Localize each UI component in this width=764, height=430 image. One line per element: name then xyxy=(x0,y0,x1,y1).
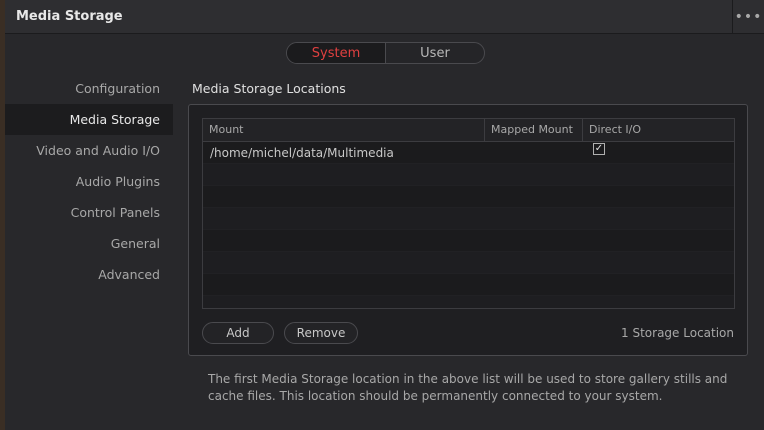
table-header: Mount Mapped Mount Direct I/O xyxy=(203,119,734,142)
add-button[interactable]: Add xyxy=(202,322,274,344)
sidebar-item-configuration[interactable]: Configuration xyxy=(5,73,173,104)
storage-location-count: 1 Storage Location xyxy=(621,326,734,340)
table-row-empty xyxy=(203,230,734,252)
ellipsis-icon: ••• xyxy=(734,9,763,25)
table-row-empty xyxy=(203,208,734,230)
media-storage-window: Media Storage ••• System User Configurat… xyxy=(5,0,764,430)
storage-locations-table: Mount Mapped Mount Direct I/O /home/mich… xyxy=(202,118,735,309)
table-row-empty xyxy=(203,252,734,274)
mount-path: /home/michel/data/Multimedia xyxy=(210,146,394,160)
checkmark-icon: ✓ xyxy=(594,143,604,154)
sidebar-item-general[interactable]: General xyxy=(5,228,173,259)
title-bar: Media Storage ••• xyxy=(5,0,764,34)
sidebar-item-media-storage[interactable]: Media Storage xyxy=(5,104,173,135)
column-header-mapped-mount[interactable]: Mapped Mount xyxy=(484,119,582,141)
more-options-button[interactable]: ••• xyxy=(732,0,764,34)
storage-locations-panel: Mount Mapped Mount Direct I/O /home/mich… xyxy=(188,104,748,356)
table-row[interactable]: /home/michel/data/Multimedia ✓ xyxy=(203,142,734,164)
sidebar-item-advanced[interactable]: Advanced xyxy=(5,259,173,290)
direct-io-checkbox[interactable]: ✓ xyxy=(593,143,605,155)
table-row-empty xyxy=(203,186,734,208)
table-row-empty xyxy=(203,164,734,186)
system-user-toggle: System User xyxy=(286,42,485,64)
column-header-mount[interactable]: Mount xyxy=(203,119,484,141)
sidebar-item-audio-plugins[interactable]: Audio Plugins xyxy=(5,166,173,197)
table-row-empty xyxy=(203,274,734,296)
sidebar-item-video-audio-io[interactable]: Video and Audio I/O xyxy=(5,135,173,166)
tab-user[interactable]: User xyxy=(386,43,484,63)
table-row-empty xyxy=(203,296,734,308)
column-header-direct-io[interactable]: Direct I/O xyxy=(582,119,734,141)
remove-button[interactable]: Remove xyxy=(284,322,358,344)
sidebar-item-control-panels[interactable]: Control Panels xyxy=(5,197,173,228)
tab-system[interactable]: System xyxy=(287,43,386,63)
sidebar: Configuration Media Storage Video and Au… xyxy=(5,73,173,290)
section-title: Media Storage Locations xyxy=(192,81,346,96)
storage-footnote: The first Media Storage location in the … xyxy=(208,372,728,403)
window-title: Media Storage xyxy=(16,9,123,24)
